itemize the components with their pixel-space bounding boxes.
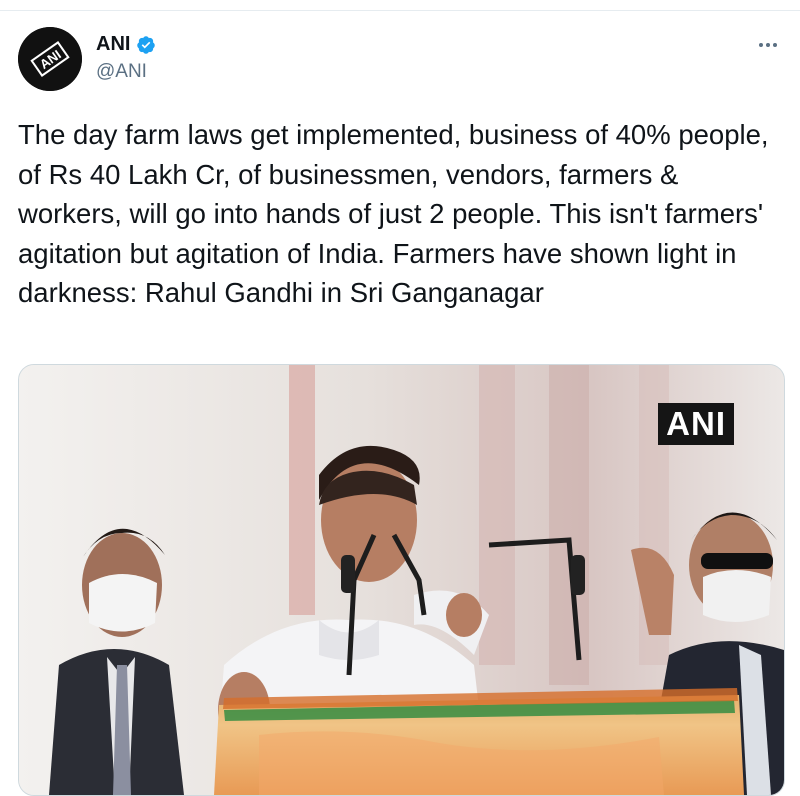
tweet-card[interactable]: ANI ANI @ANI The day farm laws get imple… bbox=[0, 11, 800, 796]
ani-watermark: ANI bbox=[658, 403, 734, 445]
tweet-text: The day farm laws get implemented, busin… bbox=[18, 119, 777, 308]
author-display-name[interactable]: ANI bbox=[96, 33, 130, 56]
ani-logo-icon: ANI bbox=[18, 27, 82, 91]
author-avatar[interactable]: ANI bbox=[18, 27, 82, 91]
author-handle[interactable]: @ANI bbox=[96, 61, 147, 83]
more-dot-icon bbox=[759, 43, 763, 47]
top-divider bbox=[0, 0, 800, 11]
author-name-row: ANI bbox=[96, 33, 156, 56]
verified-badge-icon bbox=[137, 35, 156, 54]
more-dot-icon bbox=[773, 43, 777, 47]
tweet-media-image[interactable]: ANI bbox=[18, 364, 785, 796]
more-dot-icon bbox=[766, 43, 770, 47]
more-options-button[interactable] bbox=[754, 35, 782, 55]
